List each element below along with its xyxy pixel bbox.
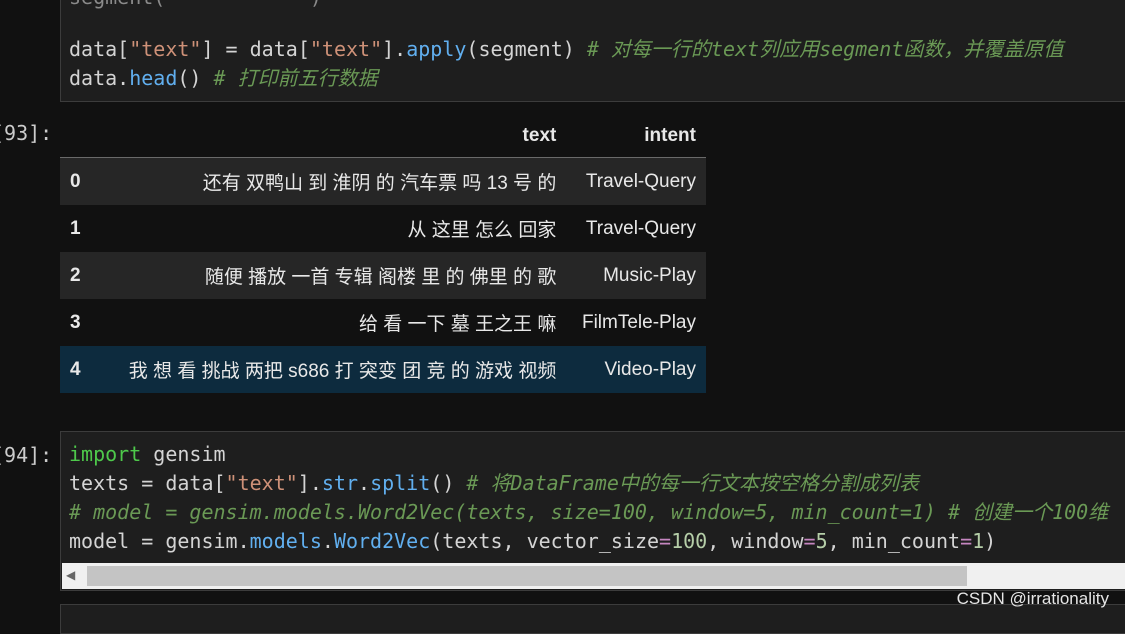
row-intent: Music-Play [566, 252, 706, 299]
row-intent: Travel-Query [566, 157, 706, 205]
code-line-texts: texts = data["text"].str.split() # 将Data… [69, 471, 919, 495]
table-row: 3 给 看 一下 墓 王之王 嘛 FilmTele-Play [60, 299, 706, 346]
row-text: 随便 播放 一首 专辑 阁楼 里 的 佛里 的 歌 [100, 252, 567, 299]
row-index: 0 [60, 157, 100, 205]
row-index: 1 [60, 205, 100, 252]
row-text: 我 想 看 挑战 两把 s686 打 突变 团 竞 的 游戏 视频 [100, 346, 567, 393]
row-intent: Video-Play [566, 346, 706, 393]
column-header-text: text [100, 115, 567, 158]
row-index: 4 [60, 346, 100, 393]
table-row-hovered: 4 我 想 看 挑战 两把 s686 打 突变 团 竞 的 游戏 视频 Vide… [60, 346, 706, 393]
input-prompt-94: [94]: [0, 443, 52, 467]
row-index: 3 [60, 299, 100, 346]
table-row: 2 随便 播放 一首 专辑 阁楼 里 的 佛里 的 歌 Music-Play [60, 252, 706, 299]
column-header-index [60, 115, 100, 158]
column-header-intent: intent [566, 115, 706, 158]
code-line-apply: data["text"] = data["text"].apply(segmen… [69, 37, 1064, 61]
code-line-import: import gensim [69, 442, 226, 466]
row-text: 还有 双鸭山 到 淮阴 的 汽车票 吗 13 号 的 [100, 157, 567, 205]
watermark: CSDN @irrationality [956, 589, 1109, 608]
horizontal-scrollbar[interactable]: ◀ [62, 563, 1125, 589]
row-intent: FilmTele-Play [566, 299, 706, 346]
dataframe-output: text intent 0 还有 双鸭山 到 淮阴 的 汽车票 吗 13 号 的… [60, 115, 706, 393]
output-prompt-93: [93]: [0, 121, 52, 145]
scroll-left-arrow-icon[interactable]: ◀ [66, 568, 75, 582]
table-row: 0 还有 双鸭山 到 淮阴 的 汽车票 吗 13 号 的 Travel-Quer… [60, 157, 706, 205]
code-cell-92[interactable]: segment( ) data["text"] = data["text"].a… [60, 0, 1125, 102]
row-intent: Travel-Query [566, 205, 706, 252]
code-line-commented-model: # model = gensim.models.Word2Vec(texts, … [69, 500, 1109, 524]
code-line-head: data.head() # 打印前五行数据 [69, 66, 378, 90]
code-line-model: model = gensim.models.Word2Vec(texts, ve… [69, 529, 997, 553]
scrollbar-thumb[interactable] [87, 566, 967, 586]
row-index: 2 [60, 252, 100, 299]
table-row: 1 从 这里 怎么 回家 Travel-Query [60, 205, 706, 252]
table-header-row: text intent [60, 115, 706, 158]
row-text: 从 这里 怎么 回家 [100, 205, 567, 252]
code-line-partial: segment( ) [69, 0, 322, 11]
row-text: 给 看 一下 墓 王之王 嘛 [100, 299, 567, 346]
